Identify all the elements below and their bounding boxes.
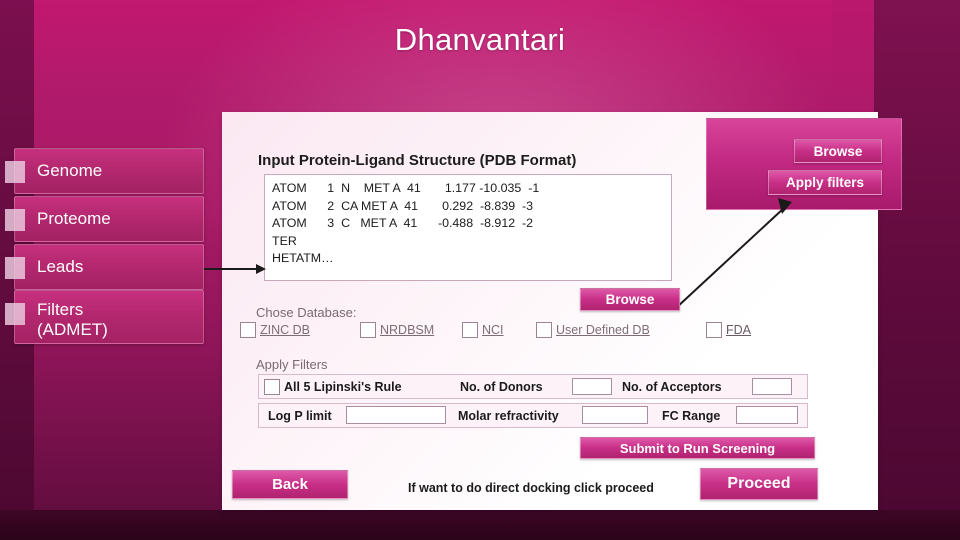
filter-label: Log P limit [268, 408, 332, 423]
database-option-nrdbsm[interactable]: NRDBSM [360, 322, 434, 338]
arrow-to-pdb-box [204, 264, 266, 274]
checkbox-icon[interactable] [240, 322, 256, 338]
submit-run-screening-button[interactable]: Submit to Run Screening [580, 437, 815, 459]
acceptors-input[interactable] [752, 378, 792, 395]
filter-logp: Log P limit [268, 403, 332, 428]
checkbox-icon[interactable] [360, 322, 376, 338]
page-title: Dhanvantari [394, 22, 566, 57]
sidebar-item-label: Proteome [37, 209, 111, 228]
database-option-user-defined[interactable]: User Defined DB [536, 322, 650, 338]
sidebar-item-label: Filters [37, 300, 84, 319]
checkbox-icon[interactable] [536, 322, 552, 338]
database-option-label: User Defined DB [556, 323, 650, 337]
database-option-label: ZINC DB [260, 323, 310, 337]
sidebar-item-sublabel: (ADMET) [37, 320, 108, 339]
database-option-label: FDA [726, 323, 751, 337]
sidebar-item-leads[interactable]: Leads [5, 244, 204, 290]
filter-lipinski[interactable]: All 5 Lipinski's Rule [264, 374, 402, 399]
donors-input[interactable] [572, 378, 612, 395]
filter-label: No. of Acceptors [622, 379, 722, 394]
right-accent-bar [874, 0, 960, 540]
back-button[interactable]: Back [232, 470, 348, 499]
database-option-zinc[interactable]: ZINC DB [240, 322, 310, 338]
filter-label: No. of Donors [460, 379, 543, 394]
sidebar-item-filters-admet[interactable]: Filters (ADMET) [5, 290, 204, 344]
sidebar-item-genome[interactable]: Genome [5, 148, 204, 194]
chose-database-label: Chose Database: [256, 305, 357, 320]
sidebar-bullet-icon [5, 303, 25, 325]
proceed-button[interactable]: Proceed [700, 468, 818, 500]
direct-docking-hint: If want to do direct docking click proce… [408, 481, 654, 495]
arrow-to-popup [675, 198, 792, 309]
sidebar-bullet-icon [5, 257, 25, 279]
browse-button[interactable]: Browse [580, 288, 680, 311]
fc-range-input[interactable] [736, 406, 798, 424]
logp-input[interactable] [346, 406, 446, 424]
sidebar-bullet-icon [5, 209, 25, 231]
database-option-label: NRDBSM [380, 323, 435, 337]
database-option-nci[interactable]: NCI [462, 322, 504, 338]
filter-molar-refractivity: Molar refractivity [458, 403, 559, 428]
filter-donors: No. of Donors [460, 374, 543, 399]
bottom-accent-band [0, 510, 960, 540]
filter-label: FC Range [662, 408, 721, 423]
molar-refractivity-input[interactable] [582, 406, 648, 424]
filter-fc-range: FC Range [662, 403, 720, 428]
popup-apply-filters-button[interactable]: Apply filters [768, 170, 882, 195]
sidebar-item-proteome[interactable]: Proteome [5, 196, 204, 242]
pdb-input-heading: Input Protein-Ligand Structure (PDB Form… [258, 152, 577, 169]
filter-acceptors: No. of Acceptors [622, 374, 722, 399]
sidebar-item-label: Genome [37, 161, 103, 180]
database-option-label: NCI [482, 323, 504, 337]
checkbox-icon[interactable] [264, 378, 280, 395]
sidebar-item-label: Leads [37, 257, 84, 276]
checkbox-icon[interactable] [706, 322, 722, 338]
filter-label: Molar refractivity [458, 408, 559, 423]
database-option-fda[interactable]: FDA [706, 322, 751, 338]
pdb-structure-text: ATOM 1 N MET A 41 1.177 -10.035 -1 ATOM … [272, 181, 540, 265]
sidebar-bullet-icon [5, 161, 25, 183]
filter-label: All 5 Lipinski's Rule [284, 379, 402, 394]
apply-filters-section-label: Apply Filters [256, 357, 328, 372]
checkbox-icon[interactable] [462, 322, 478, 338]
popup-browse-button[interactable]: Browse [794, 139, 882, 163]
